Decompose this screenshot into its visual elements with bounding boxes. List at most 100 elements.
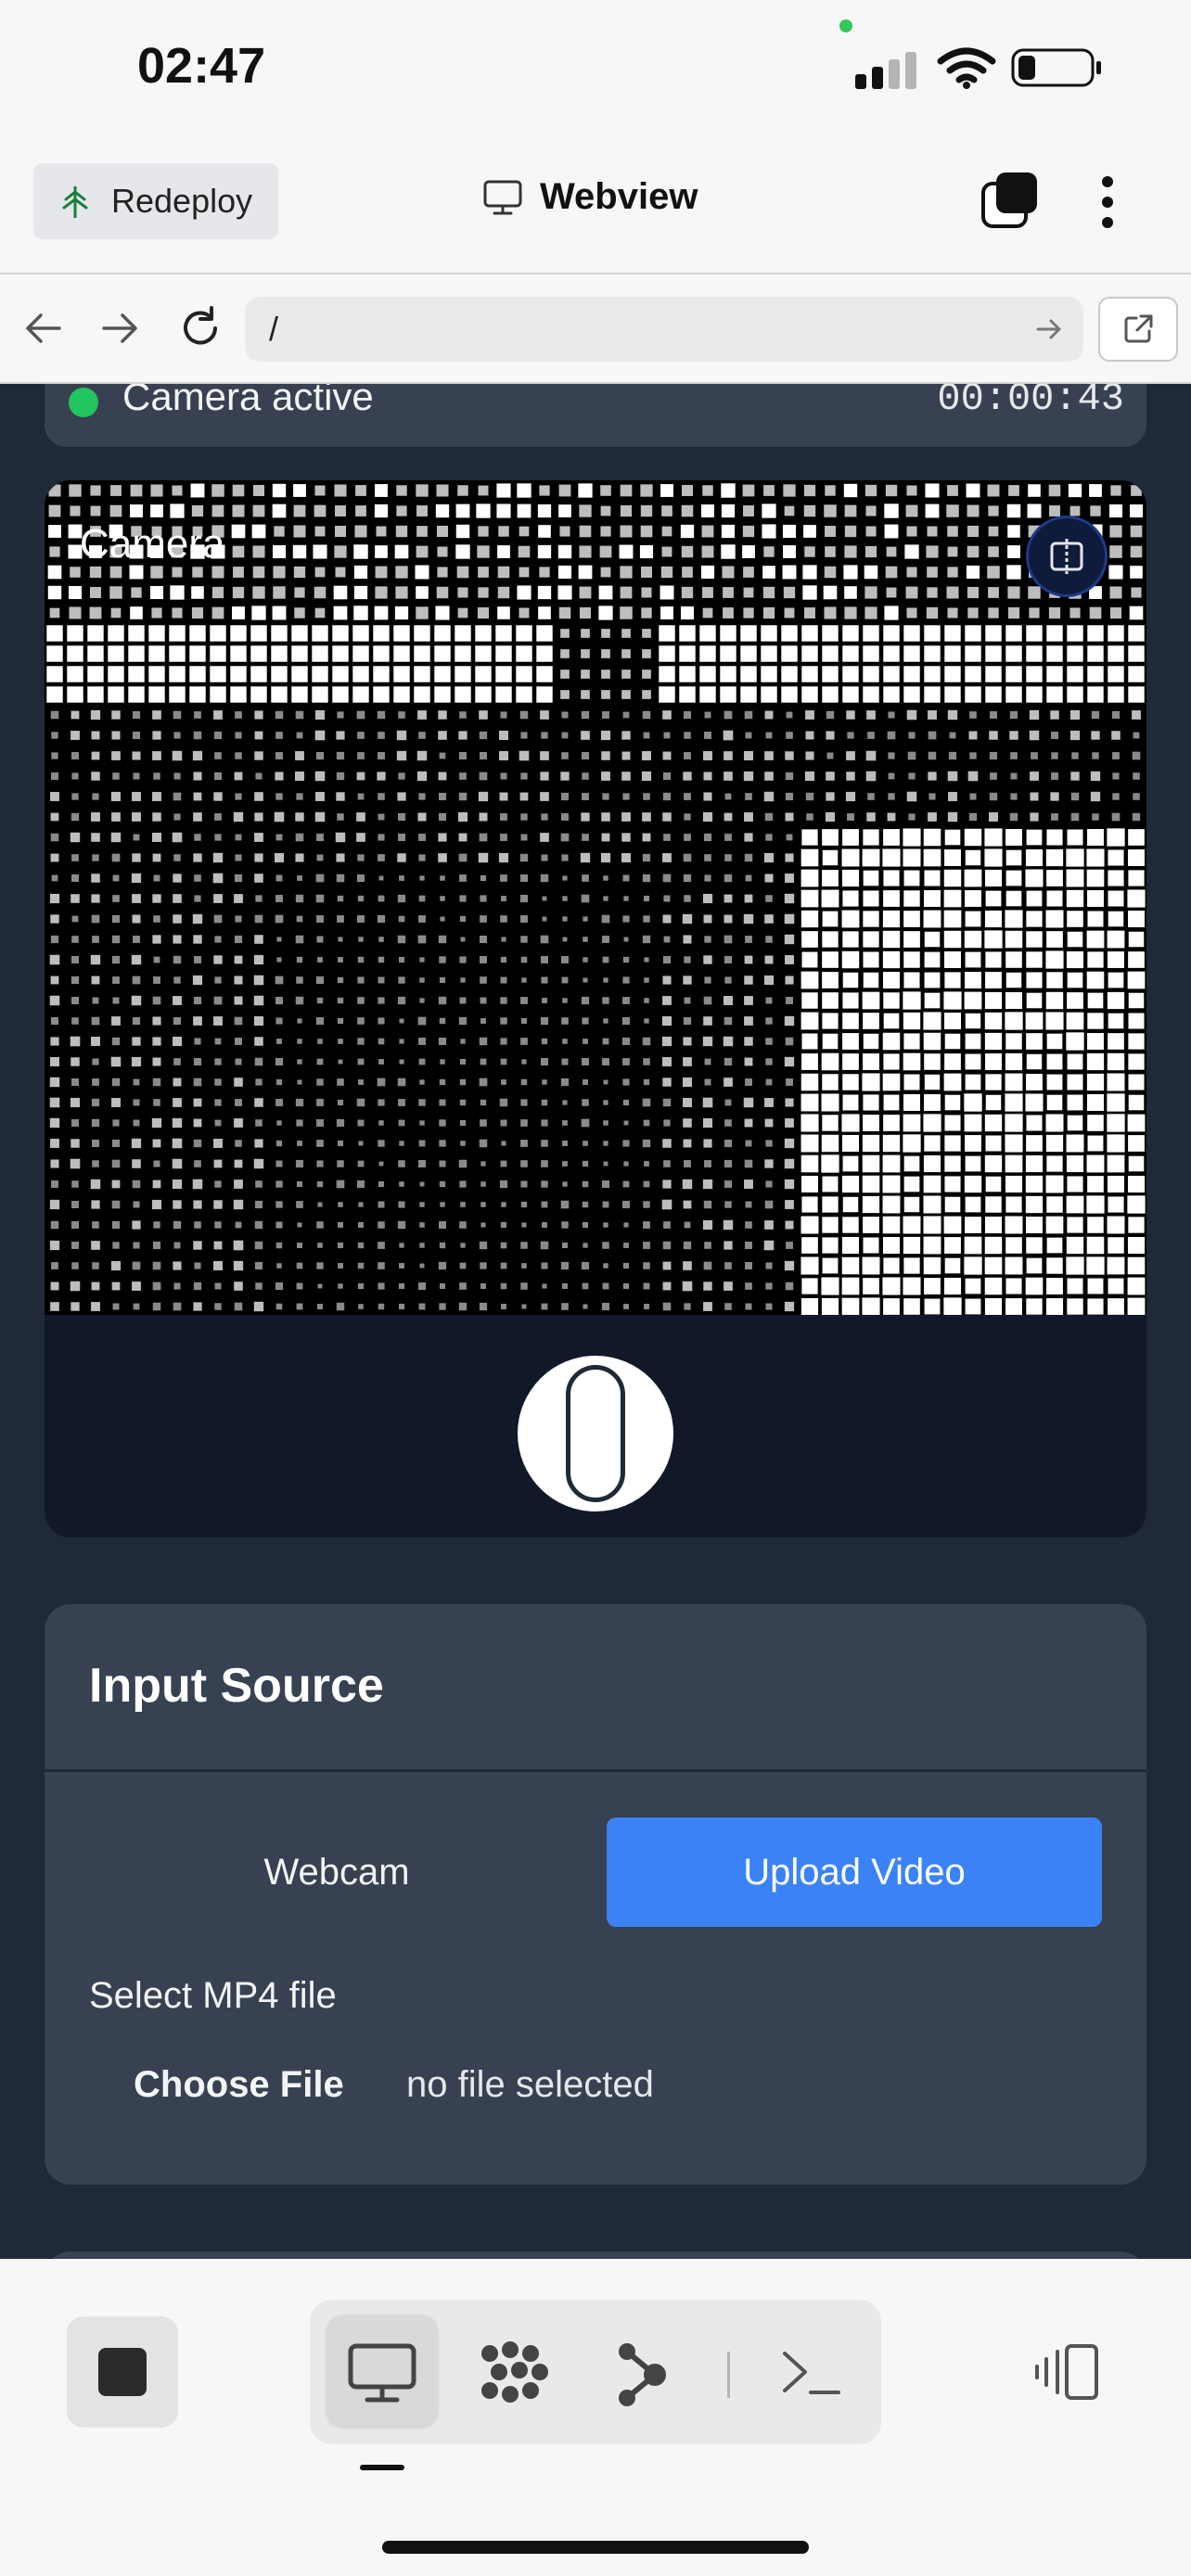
choose-file-button[interactable]: Choose File <box>134 2064 344 2106</box>
halftone-dot <box>826 792 835 801</box>
halftone-dot <box>395 566 408 579</box>
url-input[interactable]: / <box>245 297 1083 362</box>
halftone-dot <box>252 484 265 497</box>
back-arrow-icon[interactable] <box>22 310 63 347</box>
halftone-dot <box>620 484 633 497</box>
halftone-dot <box>1046 1094 1063 1111</box>
halftone-dot <box>765 936 773 943</box>
halftone-dot <box>172 485 183 496</box>
halftone-dot <box>295 710 304 720</box>
camera-flip-button[interactable] <box>1026 516 1108 597</box>
more-vertical-icon[interactable] <box>1100 174 1115 230</box>
record-button[interactable] <box>518 1356 673 1511</box>
halftone-dot <box>1028 586 1041 599</box>
halftone-dot <box>50 1159 59 1168</box>
halftone-dot <box>1005 1052 1023 1071</box>
halftone-dot <box>519 567 530 578</box>
halftone-dot <box>397 935 406 944</box>
device-switch-icon[interactable] <box>1033 2342 1102 2402</box>
halftone-dot <box>684 956 691 963</box>
halftone-dot <box>213 894 223 903</box>
halftone-dot <box>336 1180 345 1189</box>
halftone-dot <box>50 772 59 781</box>
halftone-dot <box>703 996 712 1005</box>
halftone-dot <box>397 853 406 862</box>
halftone-dot <box>336 792 345 801</box>
halftone-dot <box>903 991 921 1010</box>
stop-button[interactable] <box>67 2316 178 2428</box>
halftone-dot <box>623 896 629 901</box>
halftone-dot <box>132 1261 141 1270</box>
halftone-dot <box>536 645 553 662</box>
input-source-card: Input Source Webcam Upload Video Select … <box>45 1604 1146 2185</box>
halftone-dot <box>903 1155 920 1172</box>
halftone-dot <box>133 1201 140 1208</box>
halftone-dot <box>965 625 981 642</box>
halftone-dot <box>822 1217 839 1233</box>
halftone-dot <box>499 1098 508 1107</box>
halftone-dot <box>582 1058 589 1065</box>
halftone-dot <box>1110 485 1121 496</box>
stack-icon[interactable] <box>980 171 1041 232</box>
halftone-dot <box>622 976 630 984</box>
halftone-dot <box>1086 1154 1105 1173</box>
halftone-dot <box>235 1099 242 1106</box>
halftone-dot <box>235 711 242 719</box>
tab-webcam[interactable]: Webcam <box>89 1817 584 1927</box>
halftone-dot <box>173 1016 182 1026</box>
halftone-dot <box>744 710 753 720</box>
halftone-dot <box>337 1099 344 1106</box>
halftone-dot <box>314 811 326 823</box>
open-external-button[interactable] <box>1098 297 1178 362</box>
halftone-dot <box>153 915 160 923</box>
halftone-dot <box>91 1139 100 1148</box>
forward-arrow-icon[interactable] <box>100 310 141 347</box>
halftone-dot <box>50 1302 59 1311</box>
halftone-dot <box>480 915 487 923</box>
graph-icon[interactable] <box>612 2340 677 2409</box>
halftone-dot <box>541 1160 548 1167</box>
halftone-dot <box>338 957 343 963</box>
halftone-dot <box>211 586 224 599</box>
halftone-dot <box>49 893 60 904</box>
grid-dots-icon[interactable] <box>479 2340 553 2405</box>
halftone-dot <box>1108 1013 1124 1029</box>
halftone-dot <box>660 484 673 497</box>
halftone-dot <box>623 1222 629 1228</box>
halftone-dot <box>562 998 568 1003</box>
halftone-dot <box>745 936 752 943</box>
halftone-dot <box>541 813 548 821</box>
halftone-dot <box>152 1282 161 1291</box>
terminal-icon[interactable] <box>779 2346 844 2402</box>
halftone-dot <box>273 586 286 599</box>
halftone-dot <box>67 625 83 642</box>
halftone-dot <box>1009 812 1018 822</box>
halftone-dot <box>235 834 242 841</box>
halftone-dot <box>460 937 466 942</box>
halftone-dot <box>965 666 981 682</box>
halftone-dot <box>964 1256 982 1275</box>
halftone-dot <box>213 792 223 801</box>
halftone-dot <box>862 1073 880 1091</box>
halftone-dot <box>944 1237 961 1254</box>
halftone-dot <box>540 833 549 842</box>
redeploy-button[interactable]: Redeploy <box>33 163 278 239</box>
halftone-dot <box>455 645 471 662</box>
halftone-dot <box>438 1037 447 1046</box>
tab-upload-video[interactable]: Upload Video <box>607 1817 1102 1927</box>
monitor-icon[interactable] <box>345 2340 419 2405</box>
halftone-dot <box>702 893 713 904</box>
halftone-dot <box>1005 951 1022 968</box>
halftone-dot <box>965 1135 981 1152</box>
halftone-dot <box>148 686 165 703</box>
halftone-dot <box>357 1017 365 1025</box>
halftone-dot <box>724 935 733 944</box>
halftone-dot <box>1087 666 1104 682</box>
reload-icon[interactable] <box>178 306 223 351</box>
halftone-dot <box>663 1119 671 1127</box>
halftone-dot <box>764 914 774 924</box>
go-arrow-icon[interactable] <box>1035 315 1063 343</box>
halftone-dot <box>193 792 202 801</box>
halftone-dot <box>317 1283 323 1289</box>
halftone-dot <box>1049 505 1060 516</box>
